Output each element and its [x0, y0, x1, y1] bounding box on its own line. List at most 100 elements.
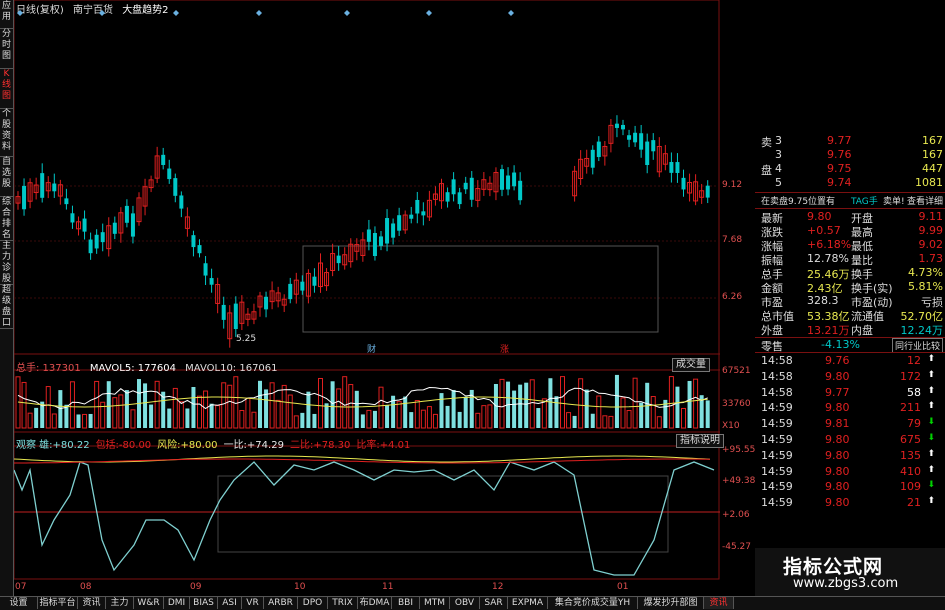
industry-row: 零售 -4.13% 同行业比较 — [759, 338, 943, 353]
bottom-tab[interactable]: VR — [242, 597, 264, 609]
bottom-tab[interactable]: BBI — [392, 597, 420, 609]
candle-body — [457, 192, 462, 205]
trade-volume: 109 — [900, 480, 921, 494]
time-tick-label: 12 — [492, 582, 504, 592]
volume-bar — [512, 390, 517, 428]
volume-bar — [69, 381, 75, 429]
bottom-tab[interactable]: 爆发抄升部图 — [638, 597, 704, 609]
volume-bar — [457, 411, 462, 428]
bottom-tab[interactable]: TRIX — [328, 597, 358, 609]
trade-row: 14:59 9.80 675 ⬇ — [759, 433, 943, 447]
orderbook-row[interactable]: 3 9.76 167 — [759, 148, 943, 162]
time-tick-label: 09 — [190, 582, 202, 592]
volume-bar — [439, 393, 444, 428]
candle-body — [209, 278, 214, 285]
trade-time: 14:59 — [761, 401, 793, 415]
bottom-tab[interactable]: 资讯 — [78, 597, 106, 609]
volume-bar — [463, 396, 468, 428]
top-event-marker — [173, 10, 179, 16]
volume-bar — [264, 389, 269, 428]
quote-value: 9.11 — [918, 210, 944, 223]
ticker-bar[interactable]: 在卖盘9.75位置有 TAG手 卖单! 查看详细 — [759, 194, 943, 208]
bottom-tab[interactable]: 布DMA — [358, 597, 392, 609]
orderbook-row[interactable]: 卖 3 9.77 167 — [759, 134, 943, 149]
volume-bar — [34, 407, 39, 428]
bottom-tab[interactable]: W&R — [134, 597, 164, 609]
volume-bar — [191, 386, 196, 428]
sidebar-tab[interactable]: 超级盘口 — [0, 284, 13, 329]
volume-bar — [602, 415, 608, 429]
bottom-tab[interactable]: 设置 — [0, 597, 38, 609]
volume-bar — [82, 413, 88, 429]
top-event-marker — [256, 10, 262, 16]
bottom-tab[interactable]: 指标平台 — [38, 597, 78, 609]
trade-volume: 21 — [907, 496, 921, 510]
volume-bar — [300, 412, 305, 428]
quote-value: 1.73 — [918, 252, 944, 265]
candle-body — [633, 132, 638, 143]
candle-body — [639, 133, 644, 150]
candle-body — [391, 223, 396, 238]
bottom-tab[interactable]: ARBR — [264, 597, 298, 609]
orderbook-level: 3 — [775, 148, 782, 161]
kline-chart[interactable]: 5.25 财 涨 — [14, 0, 720, 580]
volume-bar — [596, 395, 602, 429]
candle-body — [82, 218, 87, 232]
candle-body — [124, 205, 129, 223]
down-arrow-icon: ⬇ — [927, 433, 935, 443]
sidebar-tab[interactable]: 分时图 — [0, 28, 13, 69]
section-divider — [755, 352, 945, 353]
chart-area[interactable]: 5.25 财 涨 — [14, 0, 720, 580]
volume-bar — [197, 395, 202, 429]
sidebar-tab[interactable]: 主力诊股 — [0, 240, 13, 285]
volume-bar — [481, 405, 487, 429]
sidebar-tab[interactable]: K线图 — [0, 68, 13, 109]
volume-bar — [541, 398, 547, 429]
trade-price: 9.80 — [825, 480, 850, 494]
bottom-tab[interactable]: EXPMA — [508, 597, 548, 609]
orderbook-row[interactable]: 5 9.74 1081 — [759, 176, 943, 190]
bottom-tab[interactable]: DMI — [164, 597, 190, 609]
bottom-tab[interactable]: DPO — [298, 597, 328, 609]
orderbook-price: 9.77 — [827, 134, 852, 147]
candle-body — [167, 168, 172, 180]
candle-body — [161, 154, 166, 165]
volume-bar — [149, 404, 154, 428]
ticker-text: 在卖盘9.75位置有 — [761, 197, 836, 207]
candle-body — [191, 235, 196, 248]
sidebar-tab[interactable]: 综合排名 — [0, 196, 13, 241]
low-price-label: 5.25 — [236, 334, 256, 344]
candle-body — [512, 172, 517, 187]
sidebar-tab[interactable]: 自选股 — [0, 156, 13, 197]
indicator-tick-label: +2.06 — [722, 510, 750, 520]
volume-selector-button[interactable]: 成交量 — [672, 358, 710, 372]
bottom-tab[interactable]: BIAS — [190, 597, 218, 609]
bottom-tab[interactable]: ASI — [218, 597, 242, 609]
sidebar-tab[interactable]: 个股资料 — [0, 108, 13, 157]
sidebar-tab[interactable]: 应用 — [0, 0, 13, 29]
bottom-tab[interactable]: 资讯 — [704, 597, 734, 609]
bottom-tab[interactable]: 集合竞价成交量YH — [548, 597, 638, 609]
industry-compare-button[interactable]: 同行业比较 — [891, 338, 943, 353]
quote-value: 9.80 — [807, 210, 832, 223]
bottom-tab[interactable]: MTM — [420, 597, 450, 609]
trade-volume: 211 — [900, 401, 921, 415]
indicator-help-button[interactable]: 指标说明 — [676, 434, 724, 448]
bottom-tab[interactable]: OBV — [450, 597, 480, 609]
volume-ma10: MAVOL10: 167061 — [185, 363, 278, 374]
bottom-tab[interactable]: SAR — [480, 597, 508, 609]
volume-bar — [366, 409, 372, 429]
bottom-tab[interactable]: 主力 — [106, 597, 134, 609]
candle-body — [506, 175, 511, 190]
down-arrow-icon: ⬇ — [927, 480, 935, 491]
volume-bar — [203, 390, 209, 429]
volume-bar — [45, 386, 51, 429]
orderbook-row[interactable]: 盘 4 9.75 447 — [759, 162, 943, 177]
volume-bar — [342, 376, 348, 429]
orderbook-volume: 167 — [922, 148, 943, 161]
volume-bar — [143, 383, 148, 428]
quote-row: 外盘 13.21万 内盘 12.24万 — [759, 322, 943, 337]
price-tick-label: 9.12 — [722, 180, 743, 190]
chart-event-marker: 财 — [367, 343, 376, 355]
up-arrow-icon: ⬆ — [927, 369, 935, 380]
